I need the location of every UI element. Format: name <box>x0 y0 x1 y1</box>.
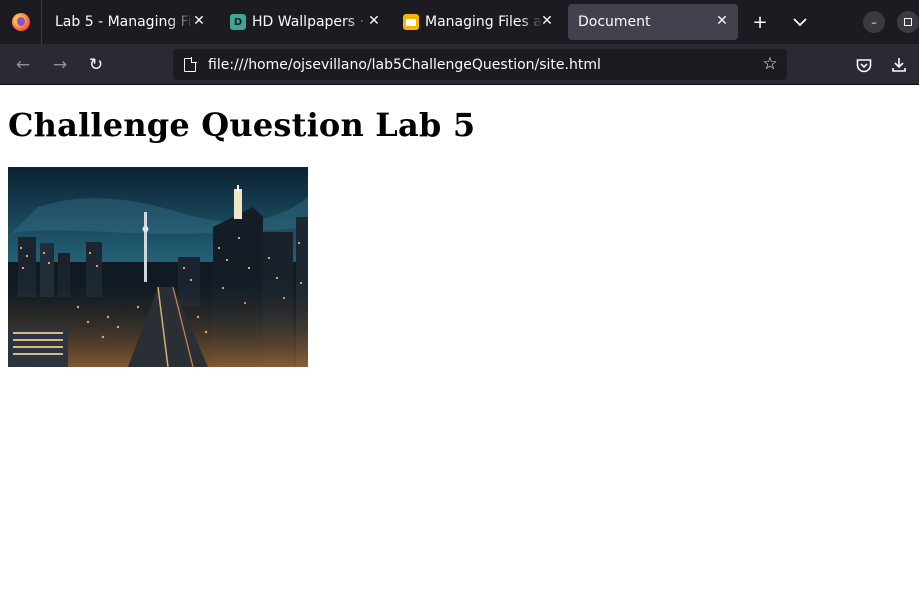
chevron-down-icon <box>793 18 807 27</box>
tab-title: Lab 5 - Managing Files <box>55 14 195 30</box>
download-icon <box>892 58 906 72</box>
pocket-button[interactable] <box>851 52 877 78</box>
new-tab-button[interactable]: + <box>746 8 774 36</box>
tab-title: Managing Files and <box>425 14 543 30</box>
url-bar[interactable]: file:///home/ojsevillano/lab5ChallengeQu… <box>173 49 787 80</box>
bookmark-star-button[interactable]: ☆ <box>759 53 781 75</box>
plus-icon: + <box>752 11 768 33</box>
maximize-icon <box>904 18 912 26</box>
tab-title: HD Wallpapers · Pexels <box>252 14 370 30</box>
reload-icon: ↻ <box>88 55 104 75</box>
tab-lab5[interactable]: Lab 5 - Managing Files ✕ <box>45 4 215 40</box>
arrow-right-icon: → <box>52 55 68 75</box>
close-icon[interactable]: ✕ <box>191 13 207 29</box>
arrow-left-icon: ← <box>15 55 31 75</box>
tab-strip: Lab 5 - Managing Files ✕ D HD Wallpapers… <box>0 0 919 44</box>
firefox-menu-button[interactable] <box>0 0 42 44</box>
pexels-icon: D <box>230 14 246 30</box>
pocket-icon <box>856 58 872 72</box>
close-icon[interactable]: ✕ <box>366 13 382 29</box>
forward-button[interactable]: → <box>47 52 73 78</box>
google-slides-icon <box>403 14 419 30</box>
url-text[interactable]: file:///home/ojsevillano/lab5ChallengeQu… <box>208 57 601 73</box>
minimize-button[interactable]: – <box>863 11 885 33</box>
tab-hd-wallpapers[interactable]: D HD Wallpapers · Pexels ✕ <box>220 4 390 40</box>
minimize-icon: – <box>871 15 877 29</box>
page-heading: Challenge Question Lab 5 <box>8 106 476 144</box>
page-content: Challenge Question Lab 5 <box>0 85 919 591</box>
star-icon: ☆ <box>762 54 778 74</box>
downloads-button[interactable] <box>886 52 912 78</box>
reload-button[interactable]: ↻ <box>83 52 109 78</box>
page-icon <box>184 57 197 72</box>
firefox-icon <box>11 13 30 31</box>
tab-managing-files[interactable]: Managing Files and ✕ <box>393 4 563 40</box>
navigation-toolbar: ← → ↻ file:///home/ojsevillano/lab5Chall… <box>0 44 919 85</box>
back-button[interactable]: ← <box>10 52 36 78</box>
maximize-button[interactable] <box>897 11 919 33</box>
tab-document[interactable]: Document ✕ <box>568 4 738 40</box>
close-icon[interactable]: ✕ <box>539 13 555 29</box>
list-all-tabs-button[interactable] <box>786 8 814 36</box>
tab-title: Document <box>578 14 651 30</box>
close-icon[interactable]: ✕ <box>714 13 730 29</box>
city-skyline-image <box>8 167 308 367</box>
